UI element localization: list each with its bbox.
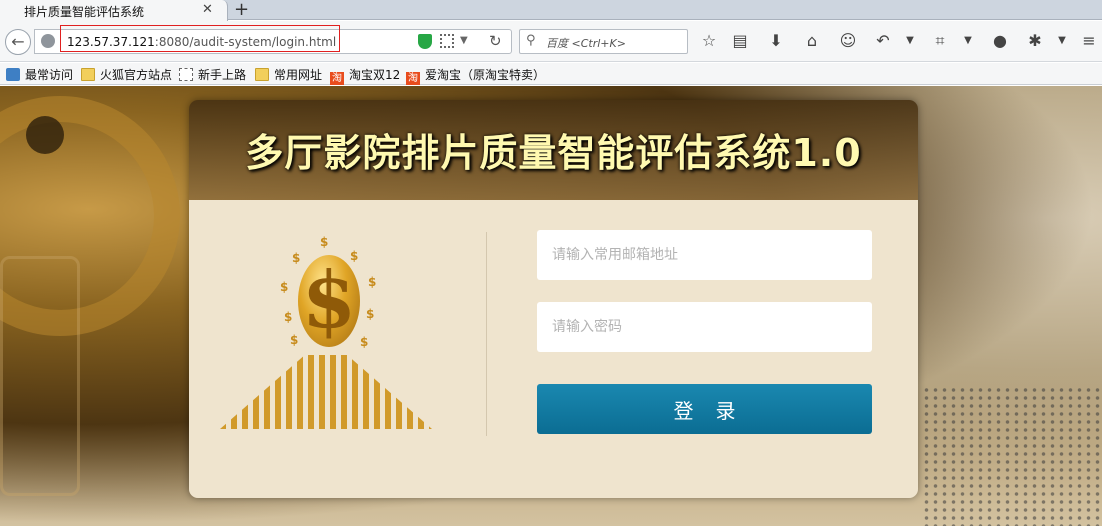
search-bar[interactable]: ⚲ 百度 <Ctrl+K> bbox=[519, 29, 688, 54]
mini-dollar-icon: $ bbox=[366, 307, 375, 321]
film-strip-decoration bbox=[0, 256, 80, 496]
mini-dollar-icon: $ bbox=[292, 251, 301, 265]
bookmark-getting-started[interactable]: 新手上路 bbox=[179, 66, 246, 82]
chevron-down-icon[interactable]: ▼ bbox=[962, 30, 974, 52]
login-header: 多厅影院排片质量智能评估系统1.0 bbox=[189, 100, 918, 200]
download-icon[interactable]: ⬇ bbox=[765, 30, 787, 52]
bookmark-ai-taobao[interactable]: 淘爱淘宝（原淘宝特卖） bbox=[406, 66, 546, 85]
mini-dollar-icon: $ bbox=[320, 235, 329, 249]
chevron-down-icon[interactable]: ▼ bbox=[904, 30, 916, 52]
vertical-divider bbox=[486, 232, 487, 436]
menu-icon[interactable]: ≡ bbox=[1078, 30, 1100, 52]
browser-tab[interactable]: 排片质量智能评估系统 ✕ bbox=[0, 0, 228, 21]
bookmark-label: 新手上路 bbox=[198, 68, 247, 82]
folder-icon bbox=[81, 68, 95, 81]
star-icon[interactable]: ☆ bbox=[698, 30, 720, 52]
bookmark-label: 淘宝双12 bbox=[349, 68, 401, 82]
login-body: $ $ $ $ $ $ $ $ $ $ 登录 bbox=[189, 200, 918, 498]
bookmark-label: 火狐官方站点 bbox=[100, 68, 173, 82]
login-page: 多厅影院排片质量智能评估系统1.0 $ $ $ $ $ $ $ $ $ $ 登录 bbox=[0, 86, 1102, 526]
speech-icon[interactable]: ● bbox=[989, 30, 1011, 52]
bookmark-firefox-sites[interactable]: 火狐官方站点 bbox=[81, 66, 172, 82]
dollar-sign-icon: $ bbox=[301, 255, 357, 346]
bookmarks-bar: 最常访问 火狐官方站点 新手上路 常用网址 淘淘宝双12 淘爱淘宝（原淘宝特卖） bbox=[0, 63, 1102, 85]
crop-icon[interactable]: ⌗ bbox=[929, 30, 951, 52]
bookmark-common-sites[interactable]: 常用网址 bbox=[255, 66, 322, 82]
page-icon bbox=[179, 68, 193, 81]
dollar-illustration: $ $ $ $ $ $ $ $ $ $ bbox=[220, 235, 432, 429]
new-tab-icon[interactable]: + bbox=[234, 0, 249, 20]
library-icon[interactable]: ▤ bbox=[729, 30, 751, 52]
system-title: 多厅影院排片质量智能评估系统1.0 bbox=[245, 131, 862, 175]
chat-icon[interactable]: ☺ bbox=[837, 30, 859, 52]
search-placeholder: 百度 <Ctrl+K> bbox=[546, 37, 626, 50]
bookmark-taobao-1212[interactable]: 淘淘宝双12 bbox=[330, 66, 401, 85]
search-icon: ⚲ bbox=[526, 33, 536, 48]
chevron-down-icon[interactable]: ▼ bbox=[460, 35, 468, 46]
dot-pattern-decoration bbox=[922, 386, 1102, 526]
bookmark-label: 最常访问 bbox=[25, 68, 74, 82]
email-input[interactable] bbox=[537, 230, 872, 280]
login-card: 多厅影院排片质量智能评估系统1.0 $ $ $ $ $ $ $ $ $ $ 登录 bbox=[189, 100, 918, 498]
reel-hub-decoration bbox=[26, 116, 64, 154]
most-visited-icon bbox=[6, 68, 20, 81]
shield-icon[interactable] bbox=[418, 34, 432, 49]
close-tab-icon[interactable]: ✕ bbox=[202, 2, 213, 17]
back-arrow-icon[interactable]: ← bbox=[5, 29, 31, 55]
mini-dollar-icon: $ bbox=[368, 275, 377, 289]
reload-icon[interactable]: ↻ bbox=[489, 32, 502, 50]
tab-title: 排片质量智能评估系统 bbox=[24, 5, 145, 19]
bug-icon[interactable]: ✱ bbox=[1024, 30, 1046, 52]
login-button[interactable]: 登录 bbox=[537, 384, 872, 434]
bookmark-most-visited[interactable]: 最常访问 bbox=[6, 66, 73, 82]
chevron-down-icon[interactable]: ▼ bbox=[1056, 30, 1068, 52]
mini-dollar-icon: $ bbox=[350, 249, 359, 263]
folder-icon bbox=[255, 68, 269, 81]
taobao-icon: 淘 bbox=[330, 72, 344, 85]
password-input[interactable] bbox=[537, 302, 872, 352]
home-icon[interactable]: ⌂ bbox=[801, 30, 823, 52]
qr-code-icon[interactable] bbox=[440, 34, 454, 48]
mini-dollar-icon: $ bbox=[284, 310, 293, 324]
bookmark-label: 爱淘宝（原淘宝特卖） bbox=[425, 68, 546, 82]
site-info-icon[interactable] bbox=[41, 34, 55, 48]
mini-dollar-icon: $ bbox=[290, 333, 299, 347]
undo-icon[interactable]: ↶ bbox=[872, 30, 894, 52]
light-rays-decoration bbox=[220, 355, 432, 429]
mini-dollar-icon: $ bbox=[360, 335, 369, 349]
bookmark-label: 常用网址 bbox=[274, 68, 323, 82]
taobao-icon: 淘 bbox=[406, 72, 420, 85]
mini-dollar-icon: $ bbox=[280, 280, 289, 294]
url-highlight-box bbox=[60, 25, 340, 52]
tab-strip: 排片质量智能评估系统 ✕ + bbox=[0, 0, 1102, 21]
